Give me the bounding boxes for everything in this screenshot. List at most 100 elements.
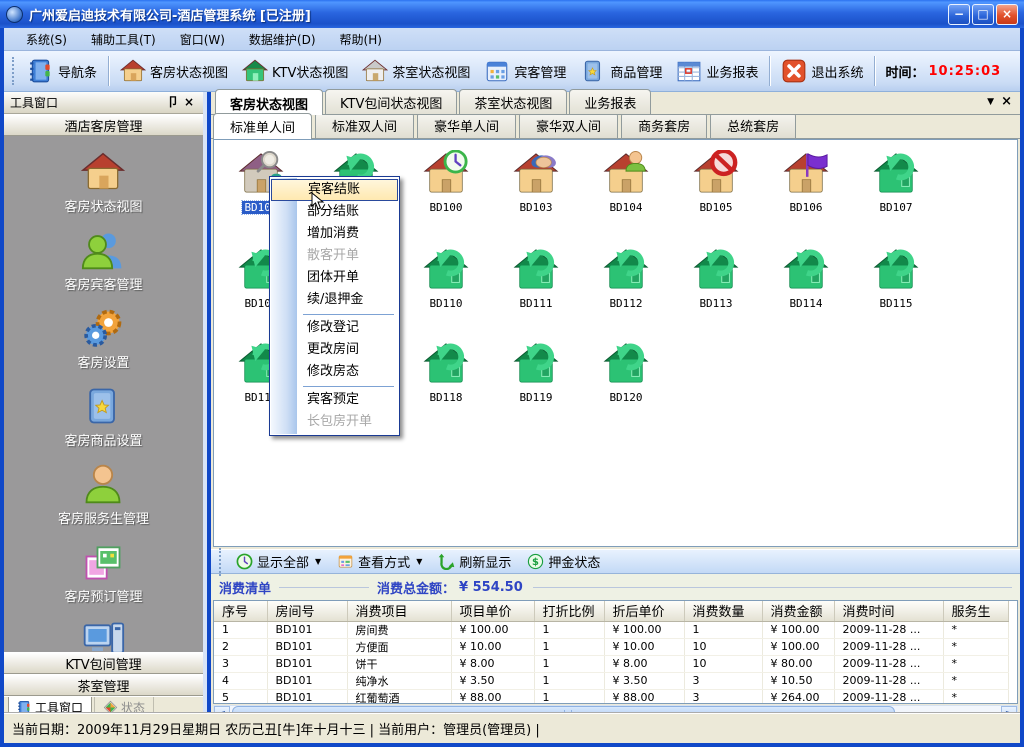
action-button-0[interactable]: 显示全部▼ [228, 552, 329, 571]
room-BD103[interactable]: BD103 [493, 150, 579, 214]
column-header-2[interactable]: 消费项目 [347, 601, 451, 621]
sidebar-group-1[interactable]: 茶室管理 [4, 674, 203, 696]
column-header-3[interactable]: 项目单价 [451, 601, 534, 621]
room-status-grid: BD101 BD100 BD103 BD104 BD105 BD106 BD10… [213, 139, 1018, 547]
context-menu-item-7[interactable]: 修改登记 [271, 317, 398, 339]
close-button[interactable]: × [996, 4, 1018, 25]
title-bar[interactable]: 广州爱启迪技术有限公司-酒店管理系统 [已注册] − □ × [0, 0, 1024, 28]
sidebar-item-1[interactable]: 客房宾客管理 [64, 228, 142, 293]
sidebar-item-4[interactable]: 客房服务生管理 [58, 462, 149, 527]
menu-item-2[interactable]: 窗口(W) [168, 29, 237, 50]
toolbar-button-5[interactable]: 商品管理 [573, 55, 669, 87]
column-header-4[interactable]: 打折比例 [534, 601, 604, 621]
room-BD119[interactable]: BD119 [493, 340, 579, 404]
column-header-1[interactable]: 房间号 [267, 601, 347, 621]
column-header-7[interactable]: 消费金额 [762, 601, 834, 621]
toolbar-button-6[interactable]: 业务报表 [669, 55, 765, 87]
main-area: 客房状态视图KTV包间状态视图茶室状态视图业务报表▼ × 标准单人间标准双人间豪… [211, 92, 1020, 712]
action-button-3[interactable]: $押金状态 [519, 552, 608, 571]
column-header-5[interactable]: 折后单价 [604, 601, 684, 621]
maximize-button[interactable]: □ [972, 4, 994, 25]
column-header-8[interactable]: 消费时间 [834, 601, 943, 621]
room-BD111[interactable]: BD111 [493, 246, 579, 310]
dropdown-arrow-icon[interactable]: ▼ [416, 557, 422, 566]
tab-close-icon[interactable]: × [1001, 94, 1012, 109]
menu-item-3[interactable]: 数据维护(D) [237, 29, 328, 50]
room-type-tab-bar: 标准单人间标准双人间豪华单人间豪华双人间商务套房总统套房 [211, 115, 1020, 139]
toolbar-button-2[interactable]: KTV状态视图 [235, 55, 355, 87]
toolbar-button-1[interactable]: 客房状态视图 [113, 55, 235, 87]
document-tab-0[interactable]: 客房状态视图 [215, 89, 323, 115]
dropdown-arrow-icon[interactable]: ▼ [315, 557, 321, 566]
room-BD107[interactable]: BD107 [853, 150, 939, 214]
document-tab-1[interactable]: KTV包间状态视图 [325, 89, 457, 114]
context-menu-item-2[interactable]: 增加消费 [271, 223, 398, 245]
pin-icon[interactable]: 卩 [165, 95, 181, 110]
action-button-1[interactable]: 查看方式▼ [329, 552, 430, 571]
table-row[interactable]: 5BD101红葡萄酒¥ 88.001¥ 88.003¥ 264.002009-1… [214, 689, 1008, 704]
sidebar-item-3[interactable]: 客房商品设置 [64, 384, 142, 449]
room-status-icon-vacant [513, 340, 559, 389]
sidebar-item-0[interactable]: 客房状态视图 [64, 150, 142, 215]
toolbar-grip[interactable] [12, 57, 17, 85]
sidebar-item-2[interactable]: 客房设置 [77, 306, 129, 371]
column-header-9[interactable]: 服务生 [943, 601, 1008, 621]
menu-item-0[interactable]: 系统(S) [14, 29, 79, 50]
toolbar-button-4[interactable]: 宾客管理 [477, 55, 573, 87]
room-type-tab-0[interactable]: 标准单人间 [213, 113, 312, 139]
toolbar-button-0[interactable]: 导航条 [21, 55, 104, 87]
table-row[interactable]: 2BD101方便面¥ 10.001¥ 10.0010¥ 100.002009-1… [214, 638, 1008, 655]
toolbar-button-3[interactable]: 茶室状态视图 [355, 55, 477, 87]
action-button-2[interactable]: 刷新显示 [430, 552, 519, 571]
context-menu-item-0[interactable]: 宾客结账 [271, 179, 398, 201]
table-row[interactable]: 3BD101饼干¥ 8.001¥ 8.0010¥ 80.002009-11-28… [214, 655, 1008, 672]
room-BD100[interactable]: BD100 [403, 150, 489, 214]
sidebar-item-5[interactable]: 客房预订管理 [64, 540, 142, 605]
toolbar-separator [874, 56, 875, 86]
room-status-icon-person [603, 150, 649, 199]
room-BD115[interactable]: BD115 [853, 246, 939, 310]
time-label: 时间： [885, 62, 924, 81]
room-BD112[interactable]: BD112 [583, 246, 669, 310]
context-menu-item-1[interactable]: 部分结账 [271, 201, 398, 223]
deposit-icon: $ [527, 553, 544, 570]
room-type-tab-2[interactable]: 豪华单人间 [417, 112, 516, 138]
document-tab-3[interactable]: 业务报表 [569, 89, 651, 114]
table-row[interactable]: 4BD101纯净水¥ 3.501¥ 3.503¥ 10.502009-11-28… [214, 672, 1008, 689]
room-BD118[interactable]: BD118 [403, 340, 489, 404]
sidebar-group-hotel-rooms[interactable]: 酒店客房管理 [4, 114, 203, 136]
sidebar-group-0[interactable]: KTV包间管理 [4, 652, 203, 674]
svg-text:$: $ [532, 557, 539, 568]
column-header-6[interactable]: 消费数量 [684, 601, 762, 621]
menu-item-1[interactable]: 辅助工具(T) [79, 29, 168, 50]
room-BD110[interactable]: BD110 [403, 246, 489, 310]
toolbar-button-7[interactable]: 退出系统 [774, 55, 870, 87]
room-type-tab-5[interactable]: 总统套房 [710, 112, 796, 138]
room-type-tab-1[interactable]: 标准双人间 [315, 112, 414, 138]
window-title: 广州爱启迪技术有限公司-酒店管理系统 [已注册] [29, 5, 948, 24]
room-BD106[interactable]: BD106 [763, 150, 849, 214]
document-tab-2[interactable]: 茶室状态视图 [459, 89, 567, 114]
sidebar-item-6[interactable]: 客房其他款项登记 [51, 618, 155, 652]
context-menu-item-5[interactable]: 续/退押金 [271, 289, 398, 311]
panel-close-icon[interactable]: × [181, 95, 197, 110]
context-menu-item-8[interactable]: 更改房间 [271, 339, 398, 361]
room-BD105[interactable]: BD105 [673, 150, 759, 214]
room-BD113[interactable]: BD113 [673, 246, 759, 310]
context-menu-item-4[interactable]: 团体开单 [271, 267, 398, 289]
context-menu-item-11[interactable]: 宾客预定 [271, 389, 398, 411]
room-type-tab-3[interactable]: 豪华双人间 [519, 112, 618, 138]
room-BD114[interactable]: BD114 [763, 246, 849, 310]
menu-item-4[interactable]: 帮助(H) [328, 29, 394, 50]
tab-list-dropdown-icon[interactable]: ▼ [987, 97, 994, 107]
table-row[interactable]: 1BD101房间费¥ 100.001¥ 100.001¥ 100.002009-… [214, 621, 1008, 638]
room-BD120[interactable]: BD120 [583, 340, 669, 404]
room-type-tab-4[interactable]: 商务套房 [621, 112, 707, 138]
goods-box-icon [580, 58, 606, 84]
minimize-button[interactable]: − [948, 4, 970, 25]
context-menu-item-9[interactable]: 修改房态 [271, 361, 398, 383]
house-green-icon [242, 58, 268, 84]
actionbar-grip[interactable] [219, 548, 224, 576]
room-BD104[interactable]: BD104 [583, 150, 669, 214]
column-header-0[interactable]: 序号 [214, 601, 267, 621]
